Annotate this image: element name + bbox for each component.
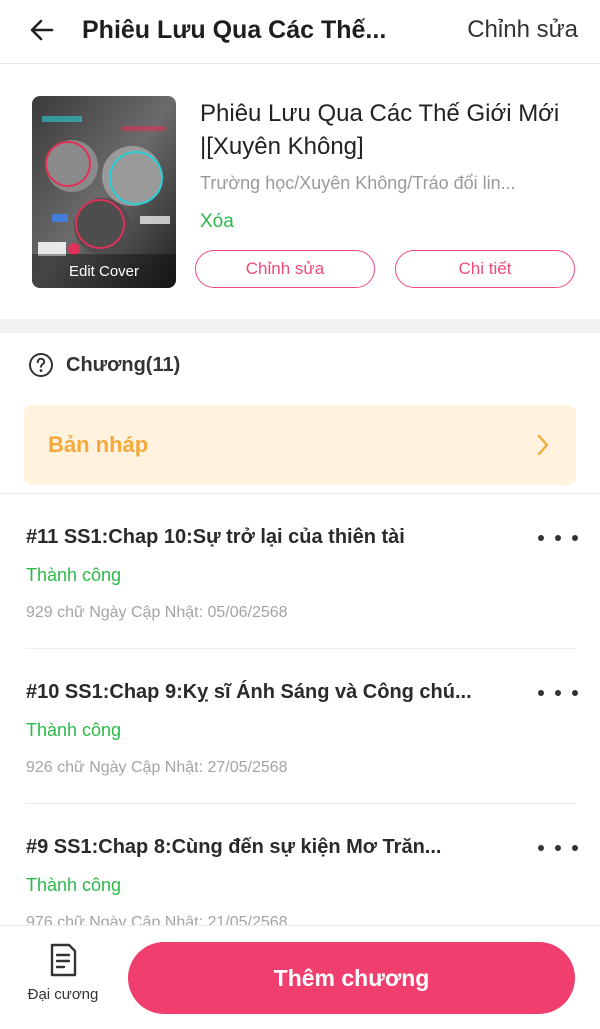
chapter-title: #9 SS1:Chap 8:Cùng đến sự kiện Mơ Trăn..…	[26, 836, 442, 858]
chapter-title: #10 SS1:Chap 9:Kỵ sĩ Ánh Sáng và Công ch…	[26, 681, 472, 703]
chapter-item[interactable]: #11 SS1:Chap 10:Sự trở lại của thiên tài…	[0, 494, 600, 649]
chapter-status: Thành công	[26, 565, 122, 585]
more-options-button[interactable]	[538, 526, 578, 550]
header-edit-button[interactable]: Chỉnh sửa	[467, 14, 578, 46]
story-title: Phiêu Lưu Qua Các Thế Giới Mới |[Xuyên K…	[200, 100, 560, 160]
drafts-label: Bản nháp	[48, 432, 149, 457]
story-details-button[interactable]: Chi tiết	[395, 250, 575, 288]
more-dots-icon	[538, 535, 544, 541]
delete-link[interactable]: Xóa	[200, 210, 234, 234]
chapters-count: Chương(11)	[66, 353, 181, 376]
add-chapter-button[interactable]: Thêm chương	[128, 942, 575, 1014]
more-options-button[interactable]	[538, 836, 578, 860]
story-info-card: Edit Cover Phiêu Lưu Qua Các Thế Giới Mớ…	[0, 65, 600, 319]
edit-cover-label: Edit Cover	[32, 254, 176, 288]
edit-story-button[interactable]: Chỉnh sửa	[195, 250, 375, 288]
chapter-item[interactable]: #10 SS1:Chap 9:Kỵ sĩ Ánh Sáng và Công ch…	[0, 649, 600, 804]
chapter-status: Thành công	[26, 720, 122, 740]
drafts-row[interactable]: Bản nháp	[24, 405, 576, 485]
outline-button[interactable]: Đại cương	[18, 942, 108, 1012]
chapter-title: #11 SS1:Chap 10:Sự trở lại của thiên tài	[26, 526, 405, 548]
page-title: Phiêu Lưu Qua Các Thế...	[82, 16, 387, 44]
arrow-left-icon	[30, 19, 54, 41]
chapter-status: Thành công	[26, 875, 122, 895]
document-icon	[50, 943, 77, 977]
top-app-bar: Phiêu Lưu Qua Các Thế... Chỉnh sửa	[0, 0, 600, 64]
chevron-right-icon	[537, 434, 549, 456]
more-dots-icon	[538, 690, 544, 696]
story-genres: Trường học/Xuyên Không/Tráo đổi lin...	[200, 173, 516, 193]
chapter-meta: 929 chữ Ngày Cập Nhật: 05/06/2568	[26, 604, 288, 621]
chapter-meta: 926 chữ Ngày Cập Nhật: 27/05/2568	[26, 759, 288, 776]
section-divider	[0, 319, 600, 333]
outline-label: Đại cương	[27, 986, 99, 1003]
story-cover[interactable]: Edit Cover	[32, 96, 176, 288]
back-button[interactable]	[22, 10, 62, 50]
more-options-button[interactable]	[538, 681, 578, 705]
chapters-heading: Chương(11)	[28, 350, 180, 380]
question-circle-icon[interactable]	[28, 352, 54, 378]
more-dots-icon	[538, 845, 544, 851]
bottom-action-bar: Đại cương Thêm chương	[0, 925, 600, 1029]
